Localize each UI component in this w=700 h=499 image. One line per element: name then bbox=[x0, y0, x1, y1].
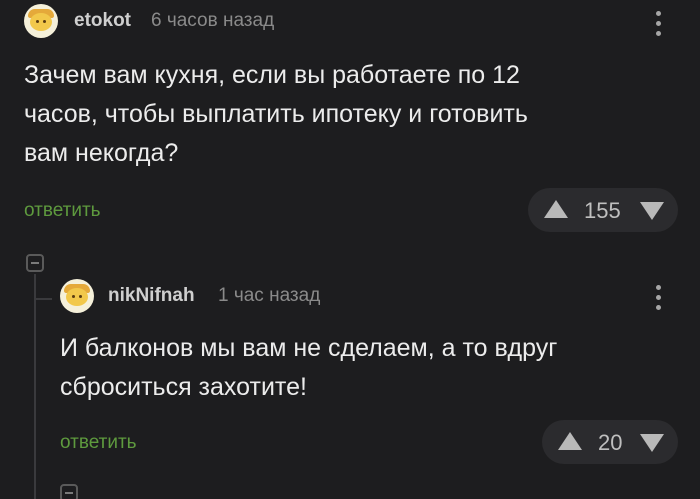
triangle-down-icon[interactable] bbox=[640, 202, 664, 220]
comment-text-line: Зачем вам кухня, если вы работаете по 12 bbox=[24, 61, 520, 89]
comment-text-line: часов, чтобы выплатить ипотеку и готовит… bbox=[24, 100, 528, 128]
kebab-menu-icon[interactable] bbox=[648, 282, 668, 314]
triangle-down-icon[interactable] bbox=[640, 434, 664, 452]
rating-count: 20 bbox=[598, 430, 623, 455]
comment: etokot 6 часов назад Зачем вам кухня, ес… bbox=[0, 0, 700, 240]
comments-thread: etokot 6 часов назад Зачем вам кухня, ес… bbox=[0, 0, 700, 499]
avatar[interactable] bbox=[24, 4, 58, 38]
rating-widget: 20 bbox=[542, 420, 678, 464]
collapse-minus-icon[interactable] bbox=[60, 484, 78, 499]
username[interactable]: nikNifnah bbox=[108, 285, 195, 307]
reply-button[interactable]: ответить bbox=[60, 432, 137, 454]
comment-time: 6 часов назад bbox=[151, 10, 275, 31]
username[interactable]: etokot bbox=[74, 10, 131, 32]
comment-text: Зачем вам кухня, если вы работаете по 12… bbox=[24, 56, 528, 173]
rating-count: 155 bbox=[584, 198, 621, 223]
reply-button[interactable]: ответить bbox=[24, 200, 101, 222]
thread-branch bbox=[34, 298, 52, 300]
thread-line bbox=[34, 274, 36, 499]
comment-time: 1 час назад bbox=[218, 285, 321, 306]
kebab-menu-icon[interactable] bbox=[648, 8, 668, 40]
comment-text-line: вам некогда? bbox=[24, 139, 179, 167]
avatar[interactable] bbox=[60, 279, 94, 313]
collapse-minus-icon[interactable] bbox=[26, 254, 44, 272]
triangle-up-icon[interactable] bbox=[544, 200, 568, 218]
comment-text-line: И балконов мы вам не сделаем, а то вдруг bbox=[60, 334, 558, 362]
comment-text-line: сброситься захотите! bbox=[60, 373, 307, 401]
rating-widget: 155 bbox=[528, 188, 678, 232]
comment-text: И балконов мы вам не сделаем, а то вдруг… bbox=[60, 329, 557, 407]
triangle-up-icon[interactable] bbox=[558, 432, 582, 450]
